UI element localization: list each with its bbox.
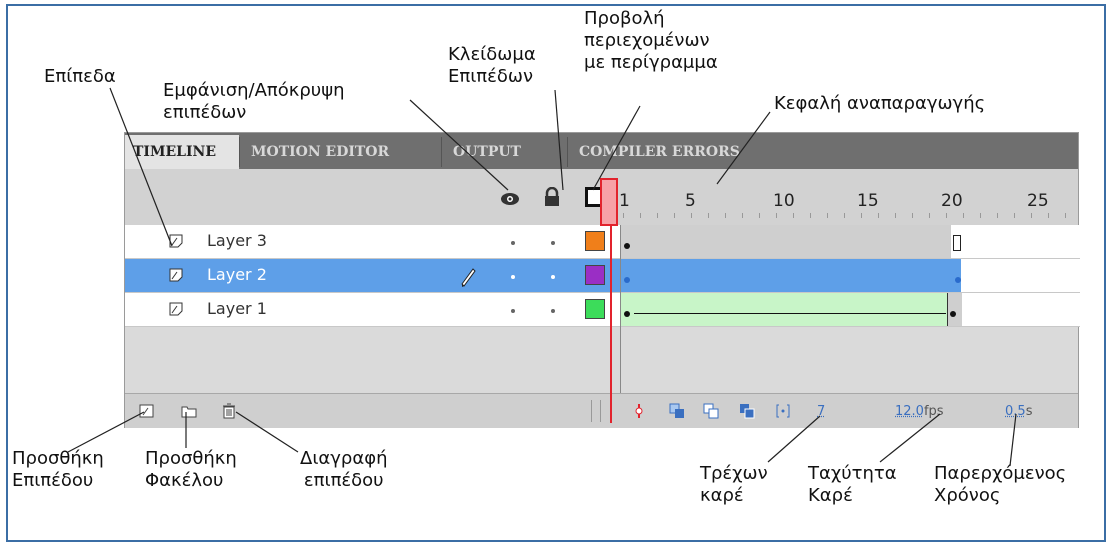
leader-lines (67, 87, 1017, 467)
